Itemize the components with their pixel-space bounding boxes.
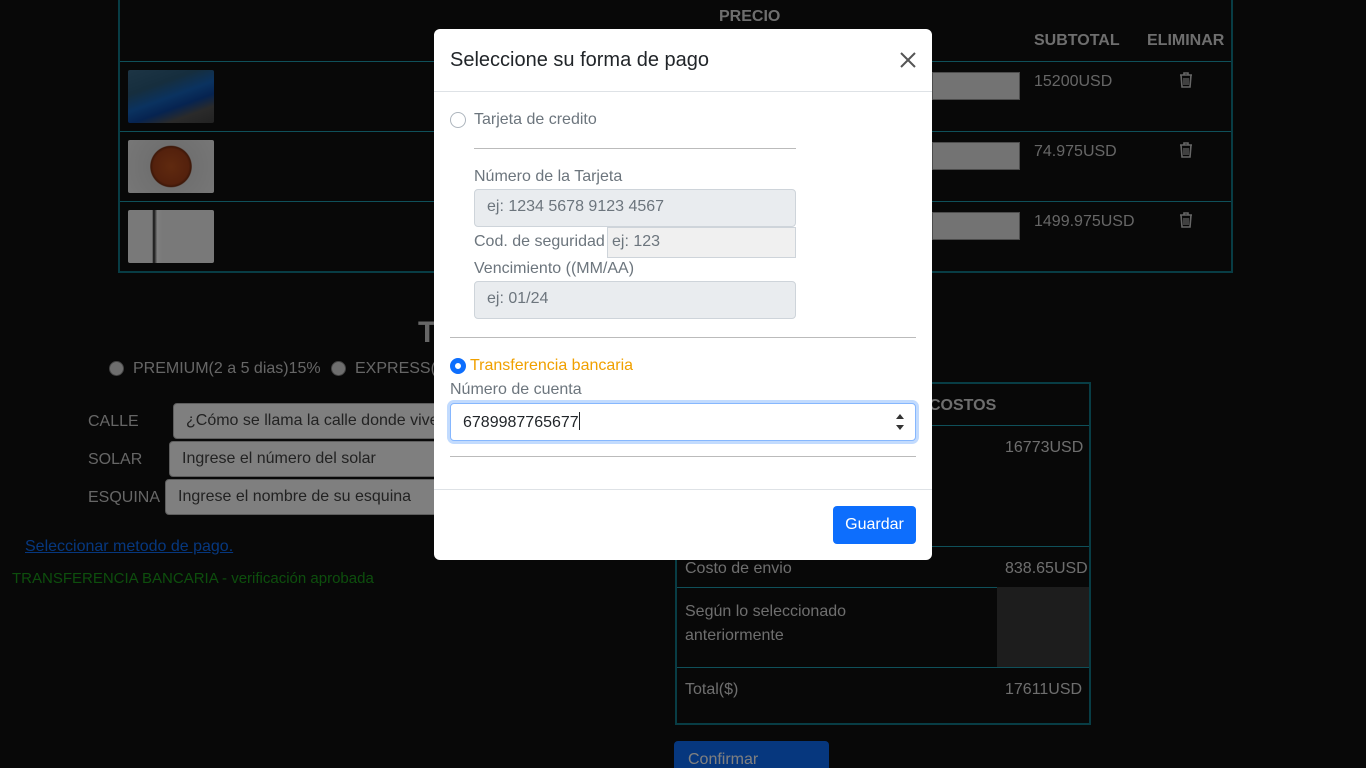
account-number-value: 6789987765677 <box>463 414 579 431</box>
account-number-input[interactable]: 6789987765677 <box>450 403 916 441</box>
payment-method-modal: Seleccione su forma de pago Tarjeta de c… <box>434 29 932 560</box>
expiry-input[interactable]: ej: 01/24 <box>474 281 796 319</box>
number-spinner-icon[interactable] <box>893 409 907 435</box>
security-code-input[interactable]: ej: 123 <box>607 227 796 258</box>
credit-card-label: Tarjeta de credito <box>474 111 597 128</box>
account-number-label: Número de cuenta <box>450 381 582 398</box>
credit-card-radio[interactable] <box>450 112 466 128</box>
modal-footer <box>434 489 932 490</box>
card-number-label: Número de la Tarjeta <box>474 168 623 185</box>
modal-header: Seleccione su forma de pago <box>434 29 932 92</box>
card-number-input[interactable]: ej: 1234 5678 9123 4567 <box>474 189 796 227</box>
save-button[interactable]: Guardar <box>833 506 916 544</box>
modal-title: Seleccione su forma de pago <box>450 49 710 71</box>
security-code-label: Cod. de seguridad <box>474 233 605 250</box>
close-icon[interactable] <box>898 50 918 70</box>
bank-transfer-radio[interactable] <box>450 358 466 374</box>
bank-transfer-label: Transferencia bancaria <box>470 357 634 374</box>
expiry-label: Vencimiento ((MM/AA) <box>474 260 635 277</box>
